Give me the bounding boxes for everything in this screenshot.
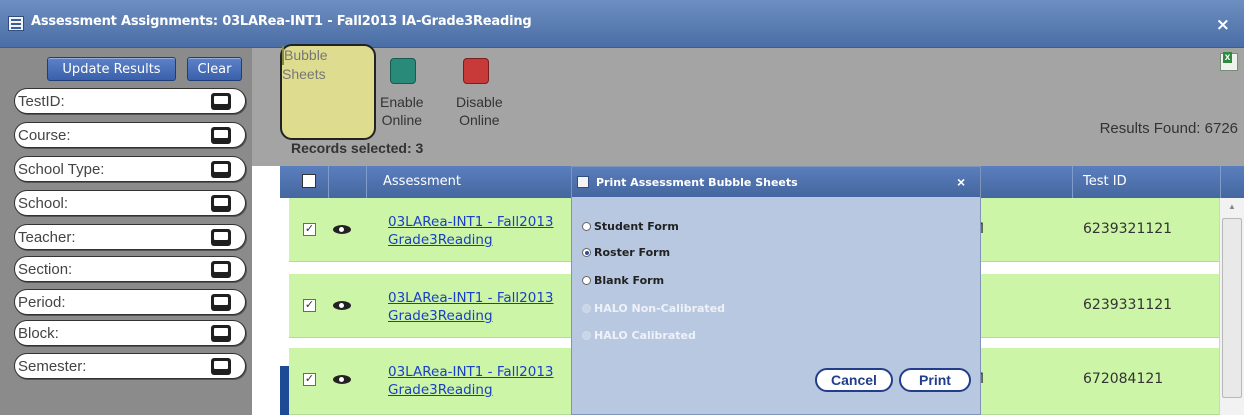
column-separator [328,166,329,198]
view-icon[interactable] [333,375,351,384]
select-all-checkbox[interactable] [302,174,316,188]
filter-course[interactable]: Course: [14,122,246,148]
column-separator [1072,166,1073,198]
row-test-id: 6239331121 [1083,297,1173,313]
filter-label: Period: [18,294,66,311]
cancel-button[interactable]: Cancel [815,368,893,392]
scroll-thumb[interactable] [1222,218,1242,398]
column-assessment[interactable]: Assessment [383,174,461,189]
bubble-sheets-button[interactable]: Bubble Sheets [280,44,376,140]
radio-blank-form[interactable]: Blank Form [582,274,664,287]
filter-period[interactable]: Period: [14,289,246,315]
print-button[interactable]: Print [899,368,971,392]
update-results-button[interactable]: Update Results [47,57,176,81]
window-title: Assessment Assignments: 03LARea-INT1 - F… [31,14,532,29]
radio-halo-calibrated: HALO Calibrated [582,329,696,342]
window-titlebar: Assessment Assignments: 03LARea-INT1 - F… [0,0,1244,48]
comment-icon[interactable] [211,195,231,212]
filter-block[interactable]: Block: [14,320,246,346]
row-test-id: 6239321121 [1083,221,1173,237]
comment-icon[interactable] [211,261,231,278]
comment-icon[interactable] [211,161,231,178]
column-separator [1220,166,1221,198]
filter-sidebar: Update Results Clear TestID: Course: Sch… [0,48,252,415]
radio-label: Blank Form [594,274,665,287]
dialog-header: Print Assessment Bubble Sheets × [572,167,980,197]
view-icon[interactable] [333,225,351,234]
assessment-link[interactable]: 03LARea-INT1 - Fall2013 Grade3Reading [388,213,554,249]
grid-left-edge [280,366,289,415]
results-found: Results Found: 6726 [1099,120,1238,137]
dialog-close-icon[interactable]: × [957,174,965,190]
radio-label: Student Form [594,220,679,233]
radio-button-disabled [582,304,591,313]
radio-label: HALO Non-Calibrated [594,302,726,315]
filter-label: Semester: [18,358,87,375]
filter-label: Course: [18,127,71,144]
comment-icon[interactable] [211,127,231,144]
radio-button[interactable] [582,222,591,231]
radio-label: Roster Form [594,246,671,259]
comment-icon[interactable] [211,358,231,375]
radio-button-selected[interactable] [582,248,591,257]
disable-online-button[interactable]: Disable Online [456,48,526,148]
filter-testid[interactable]: TestID: [14,88,246,114]
disable-online-icon [463,58,489,84]
filter-label: School Type: [18,161,105,178]
filter-school-type[interactable]: School Type: [14,156,246,182]
disable-online-label: Disable Online [456,94,503,128]
print-bubble-sheets-dialog: Print Assessment Bubble Sheets × Student… [571,166,981,415]
view-icon[interactable] [333,301,351,310]
clear-button[interactable]: Clear [187,57,242,81]
bubble-sheets-label: Bubble Sheets [282,47,328,82]
row-checkbox[interactable]: ✓ [303,299,316,312]
window-close-icon[interactable]: × [1216,15,1230,35]
filter-section[interactable]: Section: [14,256,246,282]
radio-label: HALO Calibrated [594,329,696,342]
filter-school[interactable]: School: [14,190,246,216]
radio-halo-non-calibrated: HALO Non-Calibrated [582,302,725,315]
window-list-icon [8,16,24,31]
dialog-title: Print Assessment Bubble Sheets [596,176,798,189]
comment-icon[interactable] [211,294,231,311]
grid-scrollbar[interactable]: ▲ [1219,198,1244,415]
assessment-link[interactable]: 03LARea-INT1 - Fall2013 Grade3Reading [388,363,554,399]
radio-roster-form[interactable]: Roster Form [582,246,670,259]
row-test-id: 672084121 [1083,371,1164,387]
filter-label: School: [18,195,69,212]
comment-icon[interactable] [211,229,231,246]
radio-student-form[interactable]: Student Form [582,220,679,233]
row-checkbox[interactable]: ✓ [303,223,316,236]
excel-export-icon[interactable] [1220,52,1238,71]
enable-online-button[interactable]: Enable Online [380,48,440,148]
records-selected: Records selected: 3 [291,140,424,156]
filter-label: Block: [18,325,59,342]
dialog-list-icon [577,176,589,188]
assessment-link[interactable]: 03LARea-INT1 - Fall2013 Grade3Reading [388,289,554,325]
filter-semester[interactable]: Semester: [14,353,246,379]
filter-label: TestID: [18,93,65,110]
enable-online-label: Enable Online [380,94,424,128]
comment-icon[interactable] [211,93,231,110]
filter-label: Section: [18,261,73,278]
scroll-up-icon[interactable]: ▲ [1228,202,1236,211]
column-separator [366,166,367,198]
filter-teacher[interactable]: Teacher: [14,224,246,250]
column-test-id[interactable]: Test ID [1083,174,1127,189]
filter-label: Teacher: [18,229,76,246]
comment-icon[interactable] [211,325,231,342]
row-checkbox[interactable]: ✓ [303,373,316,386]
radio-button[interactable] [582,276,591,285]
enable-online-icon [390,58,416,84]
radio-button-disabled [582,331,591,340]
